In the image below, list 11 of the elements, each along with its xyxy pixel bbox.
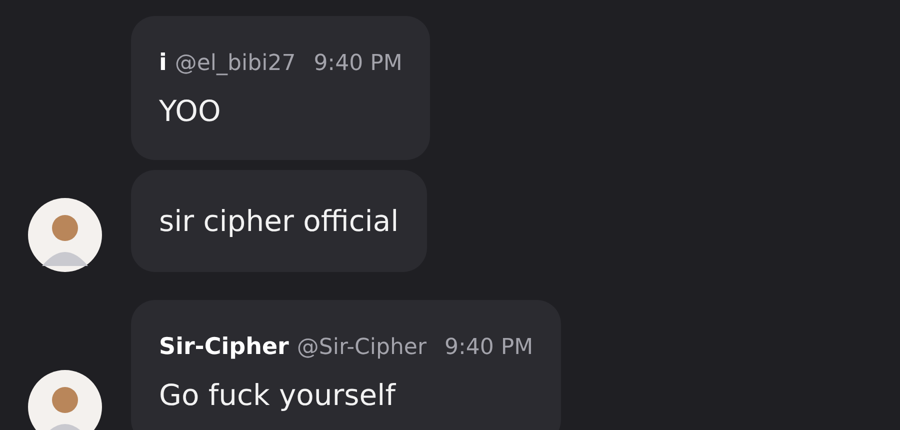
message-text: sir cipher official <box>159 203 399 240</box>
username: @el_bibi27 <box>174 51 296 76</box>
timestamp: 9:40 PM <box>314 51 402 76</box>
message-text: YOO <box>159 93 222 130</box>
display-name: Sir-Cipher <box>159 334 289 360</box>
timestamp: 9:40 PM <box>444 335 534 360</box>
message-text: Go fuck yourself <box>159 377 397 414</box>
username: @Sir-Cipher <box>296 335 427 360</box>
avatar-icon[interactable] <box>28 370 102 430</box>
avatar-icon[interactable] <box>28 198 102 272</box>
display-name: i <box>159 50 167 76</box>
